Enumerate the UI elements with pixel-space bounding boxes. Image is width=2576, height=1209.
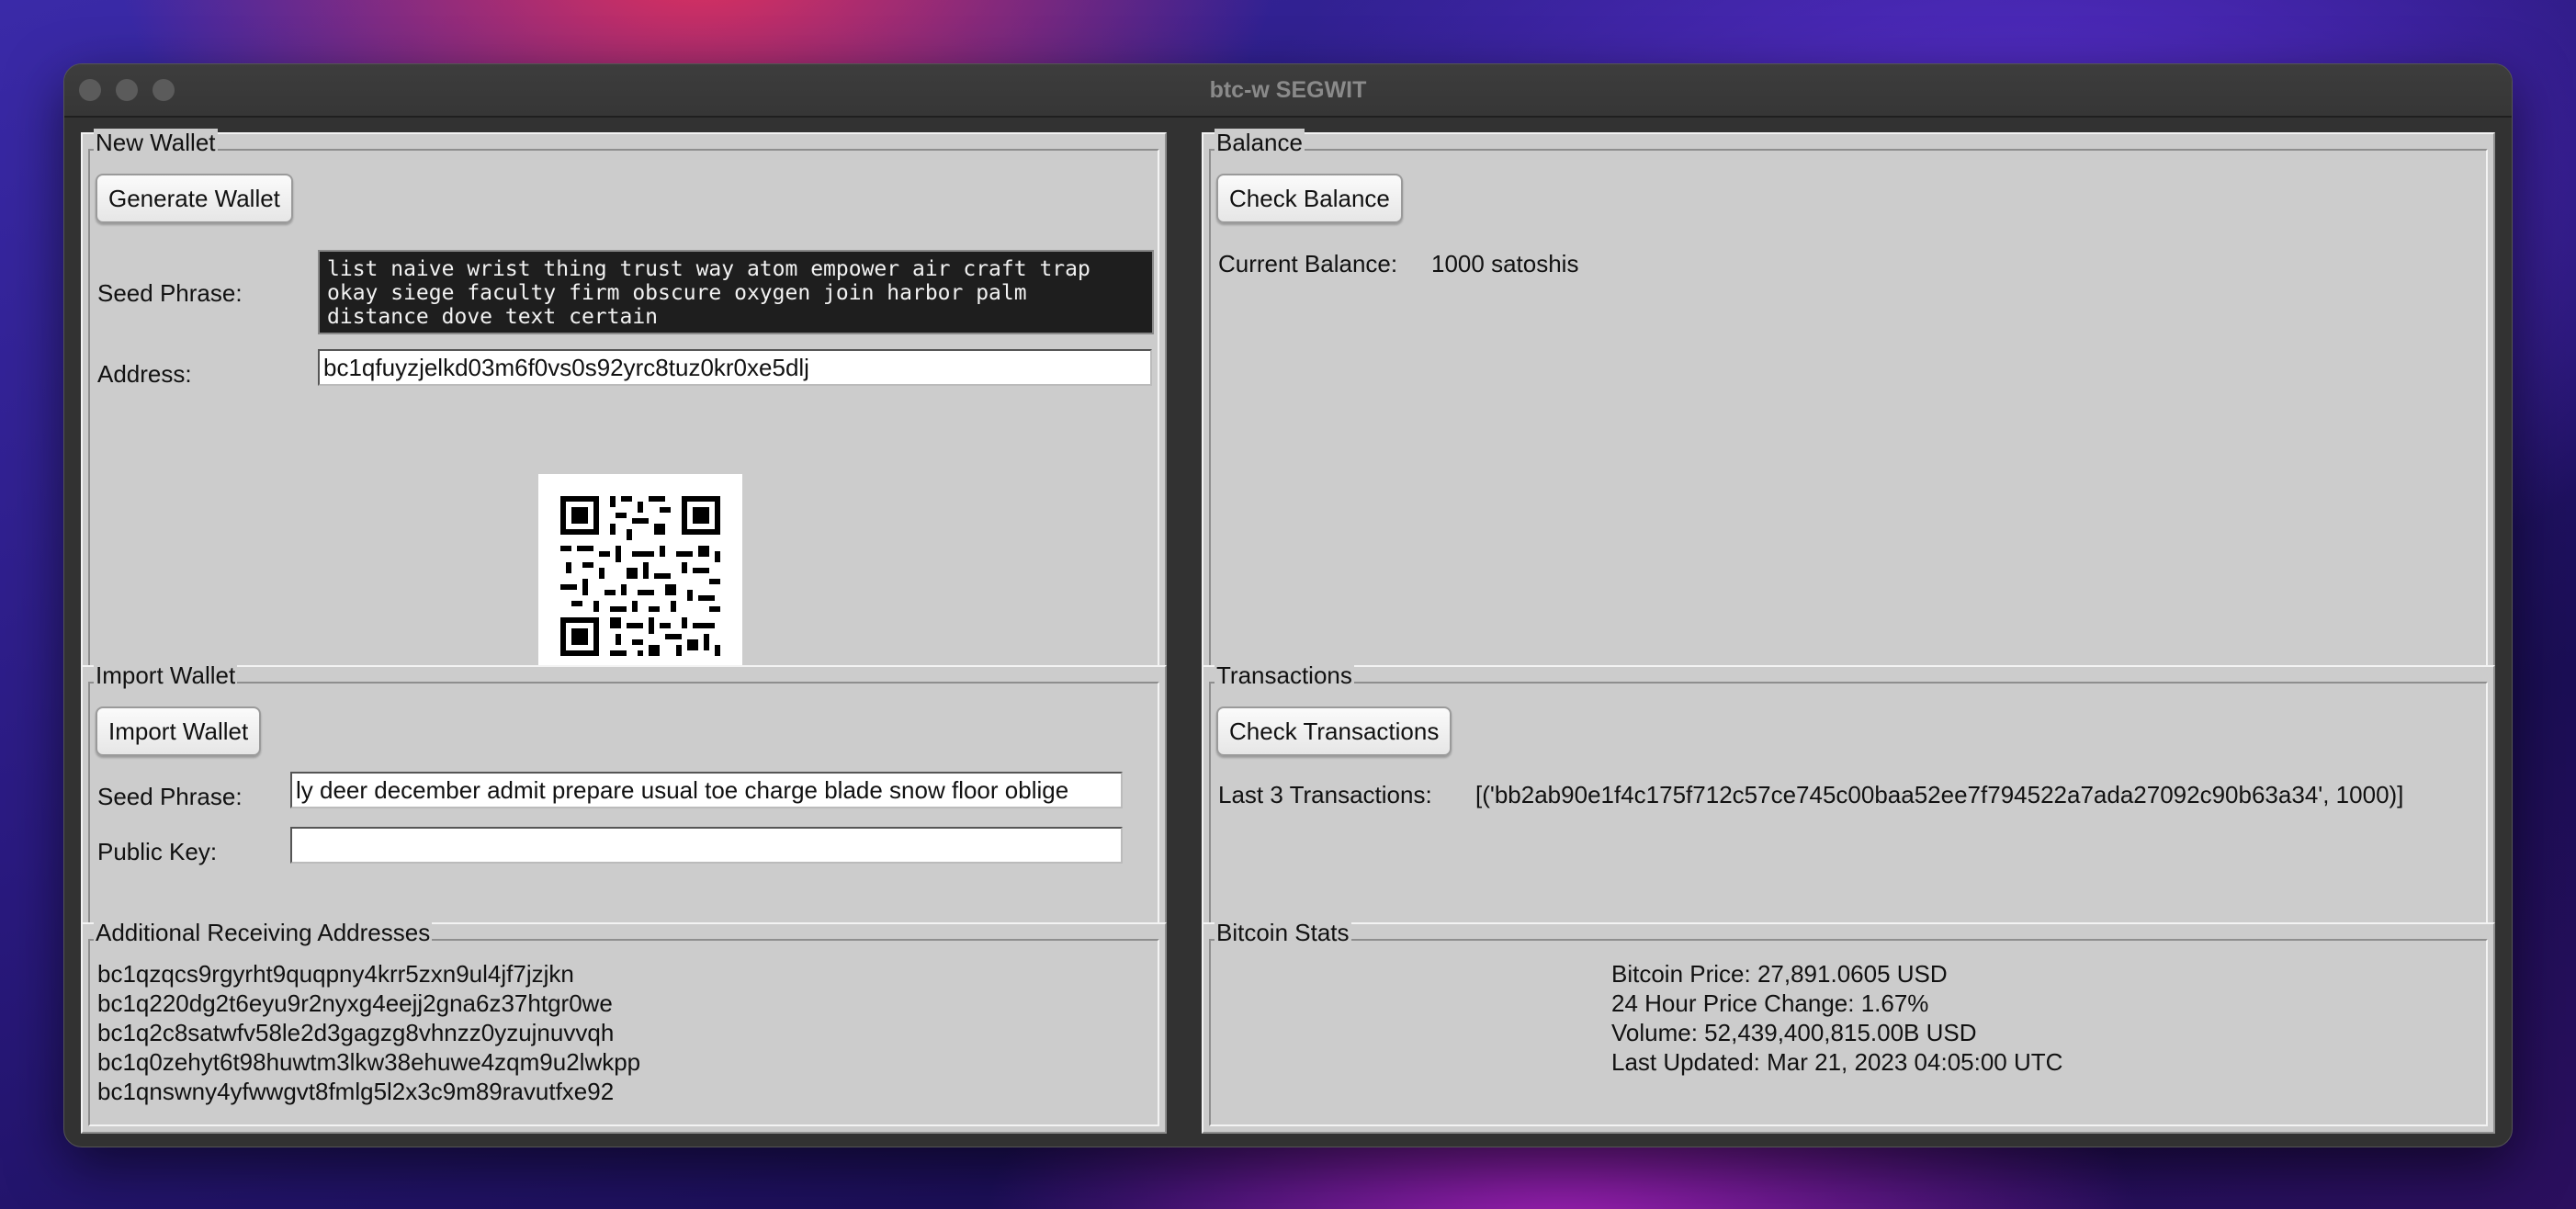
current-balance-value: 1000 satoshis — [1431, 250, 1579, 277]
volume: Volume: 52,439,400,815.00B USD — [1611, 1019, 1977, 1046]
window-title: btc-w SEGWIT — [1209, 77, 1367, 103]
import-wallet-legend: Import Wallet — [94, 661, 238, 689]
list-item: bc1q0zehyt6t98huwtm3lkw38ehuwe4zqm9u2lwk… — [97, 1048, 641, 1076]
new-wallet-panel: New Wallet Generate Wallet Seed Phrase: … — [81, 129, 1167, 693]
last-transactions-value: [('bb2ab90e1f4c175f712c57ce745c00baa52ee… — [1475, 781, 2404, 808]
last-updated: Last Updated: Mar 21, 2023 04:05:00 UTC — [1611, 1048, 2063, 1076]
transactions-panel: Transactions Check Transactions Last 3 T… — [1202, 661, 2495, 950]
receiving-address-list: bc1qzqcs9rgyrht9quqpny4krr5zxn9ul4jf7jzj… — [97, 959, 640, 1106]
address-field[interactable]: bc1qfuyzjelkd03m6f0vs0s92yrc8tuz0kr0xe5d… — [318, 349, 1152, 386]
receiving-addresses-legend: Additional Receiving Addresses — [94, 919, 433, 946]
seed-phrase-label: Seed Phrase: — [97, 279, 243, 307]
transactions-legend: Transactions — [1215, 661, 1354, 689]
check-transactions-button[interactable]: Check Transactions — [1216, 706, 1452, 756]
bitcoin-stats-legend: Bitcoin Stats — [1215, 919, 1351, 946]
check-balance-button[interactable]: Check Balance — [1216, 174, 1403, 223]
public-key-input[interactable] — [290, 827, 1123, 864]
list-item: bc1q2c8satwfv58le2d3gagzg8vhnzz0yzujnuvv… — [97, 1019, 615, 1046]
title-bar[interactable]: btc-w SEGWIT — [64, 64, 2512, 118]
balance-panel: Balance Check Balance Current Balance: 1… — [1202, 129, 2495, 693]
import-seed-label: Seed Phrase: — [97, 783, 243, 810]
app-window: btc-w SEGWIT New Wallet Generate Wallet … — [63, 63, 2513, 1147]
address-label: Address: — [97, 360, 192, 388]
import-wallet-panel: Import Wallet Import Wallet Seed Phrase:… — [81, 661, 1167, 950]
current-balance-label: Current Balance: — [1218, 250, 1398, 277]
seed-phrase-display[interactable]: list naive wrist thing trust way atom em… — [318, 250, 1154, 334]
bitcoin-stats-panel: Bitcoin Stats Bitcoin Price: 27,891.0605… — [1202, 919, 2495, 1134]
bitcoin-price: Bitcoin Price: 27,891.0605 USD — [1611, 960, 1948, 988]
list-item: bc1qnswny4yfwwgvt8fmlg5l2x3c9m89ravutfxe… — [97, 1078, 615, 1105]
receiving-addresses-panel: Additional Receiving Addresses bc1qzqcs9… — [81, 919, 1167, 1134]
import-wallet-button[interactable]: Import Wallet — [96, 706, 262, 756]
new-wallet-legend: New Wallet — [94, 129, 218, 156]
import-seed-input[interactable]: ly deer december admit prepare usual toe… — [290, 772, 1123, 808]
bitcoin-stats-list: Bitcoin Price: 27,891.0605 USD 24 Hour P… — [1611, 959, 2062, 1077]
public-key-label: Public Key: — [97, 838, 218, 865]
generate-wallet-button[interactable]: Generate Wallet — [96, 174, 293, 223]
last-transactions-label: Last 3 Transactions: — [1218, 781, 1432, 808]
qr-code-icon — [538, 474, 742, 678]
balance-legend: Balance — [1215, 129, 1305, 156]
price-change: 24 Hour Price Change: 1.67% — [1611, 989, 1929, 1017]
list-item: bc1qzqcs9rgyrht9quqpny4krr5zxn9ul4jf7jzj… — [97, 960, 574, 988]
list-item: bc1q220dg2t6eyu9r2nyxg4eejj2gna6z37htgr0… — [97, 989, 613, 1017]
